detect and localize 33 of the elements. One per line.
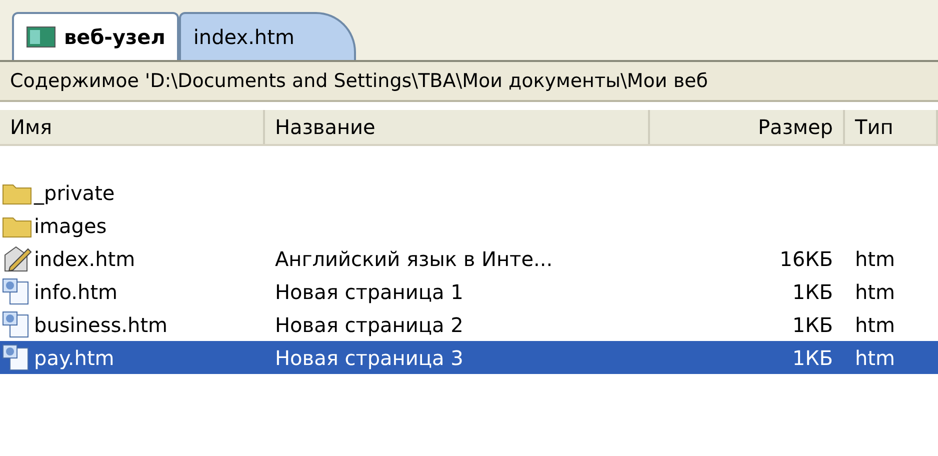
tab[interactable]: index.htm [179, 12, 356, 60]
tab[interactable]: веб-узел [12, 12, 180, 60]
file-type: htm [855, 346, 895, 370]
column-header[interactable]: Название [265, 110, 650, 144]
file-size: 16КБ [780, 246, 833, 270]
site-icon [26, 25, 56, 49]
file-type: htm [855, 280, 895, 304]
file-name: index.htm [34, 246, 136, 272]
page-title: Новая страница 1 [275, 280, 464, 304]
file-size: 1КБ [792, 280, 833, 304]
page-pencil-icon [2, 244, 32, 272]
file-name: images [34, 212, 107, 240]
file-type: htm [855, 246, 895, 270]
page-title: Новая страница 3 [275, 346, 464, 370]
file-size: 1КБ [792, 312, 833, 336]
file-type: htm [855, 312, 895, 336]
file-row[interactable]: _private [0, 176, 938, 209]
file-name: _private [34, 180, 115, 207]
column-header[interactable]: Размер [650, 110, 845, 144]
column-header[interactable]: Имя [0, 110, 265, 144]
file-row[interactable]: pay.htm Новая страница 3 1КБ htm [0, 341, 938, 374]
file-row[interactable]: images [0, 209, 938, 242]
page-title: Новая страница 2 [275, 312, 464, 336]
file-name: info.htm [34, 278, 118, 306]
file-row[interactable]: business.htm Новая страница 2 1КБ htm [0, 308, 938, 341]
file-row[interactable]: info.htm Новая страница 1 1КБ htm [0, 275, 938, 308]
path-bar: Содержимое 'D:\Documents and Settings\ТВА\Мои документы\Мои веб [0, 62, 938, 102]
file-row[interactable]: index.htm Английский язык в Инте... 16КБ htm [0, 242, 938, 275]
file-name: business.htm [34, 312, 168, 338]
column-header[interactable]: Тип [845, 110, 938, 144]
file-size: 1КБ [792, 346, 833, 370]
page-title: Английский язык в Инте... [275, 246, 553, 270]
file-name: pay.htm [34, 344, 114, 372]
